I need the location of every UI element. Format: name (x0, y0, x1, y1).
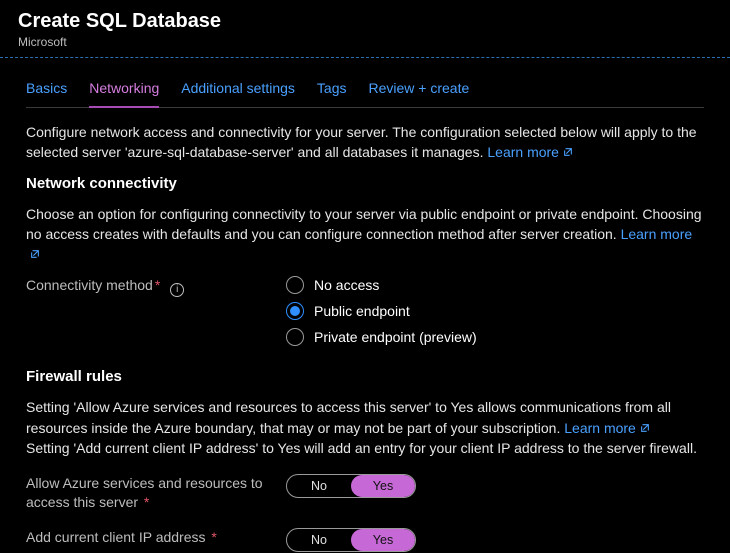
firewall-description: Setting 'Allow Azure services and resour… (26, 397, 704, 458)
intro-paragraph: Configure network access and connectivit… (26, 122, 704, 163)
page-subtitle: Microsoft (18, 35, 712, 49)
network-description: Choose an option for configuring connect… (26, 204, 704, 265)
radio-label: Public endpoint (314, 303, 410, 319)
radio-label: Private endpoint (preview) (314, 329, 477, 345)
radio-public-endpoint[interactable]: Public endpoint (286, 302, 477, 320)
tab-bar: Basics Networking Additional settings Ta… (26, 74, 704, 108)
connectivity-method-label: Connectivity method* i (26, 276, 286, 297)
tab-tags[interactable]: Tags (317, 74, 347, 108)
radio-icon (286, 302, 304, 320)
intro-text: Configure network access and connectivit… (26, 124, 697, 160)
add-client-ip-toggle[interactable]: No Yes (286, 528, 416, 552)
firewall-line2: Setting 'Add current client IP address' … (26, 440, 697, 456)
page-title: Create SQL Database (18, 10, 712, 33)
intro-learn-more-link[interactable]: Learn more (487, 144, 573, 160)
connectivity-method-row: Connectivity method* i No access Public … (26, 276, 704, 346)
radio-no-access[interactable]: No access (286, 276, 477, 294)
info-icon[interactable]: i (170, 283, 184, 297)
external-link-icon (640, 423, 650, 433)
tab-review-create[interactable]: Review + create (368, 74, 469, 108)
toggle-yes[interactable]: Yes (351, 475, 415, 497)
add-client-ip-row: Add current client IP address * No Yes (26, 528, 704, 552)
add-client-ip-label: Add current client IP address * (26, 528, 286, 547)
network-connectivity-heading: Network connectivity (26, 175, 704, 192)
allow-azure-services-row: Allow Azure services and resources to ac… (26, 474, 704, 512)
radio-icon (286, 328, 304, 346)
toggle-no[interactable]: No (287, 529, 351, 551)
toggle-no[interactable]: No (287, 475, 351, 497)
firewall-learn-more-link[interactable]: Learn more (564, 420, 650, 436)
firewall-rules-heading: Firewall rules (26, 368, 704, 385)
network-description-text: Choose an option for configuring connect… (26, 206, 702, 242)
radio-icon (286, 276, 304, 294)
allow-azure-services-toggle[interactable]: No Yes (286, 474, 416, 498)
allow-azure-services-label: Allow Azure services and resources to ac… (26, 474, 286, 512)
external-link-icon (30, 249, 40, 259)
tab-basics[interactable]: Basics (26, 74, 67, 108)
radio-private-endpoint[interactable]: Private endpoint (preview) (286, 328, 477, 346)
page-header: Create SQL Database Microsoft (0, 0, 730, 57)
tab-additional-settings[interactable]: Additional settings (181, 74, 295, 108)
toggle-yes[interactable]: Yes (351, 529, 415, 551)
external-link-icon (563, 147, 573, 157)
connectivity-method-radio-group: No access Public endpoint Private endpoi… (286, 276, 477, 346)
tab-networking[interactable]: Networking (89, 74, 159, 108)
radio-label: No access (314, 277, 379, 293)
